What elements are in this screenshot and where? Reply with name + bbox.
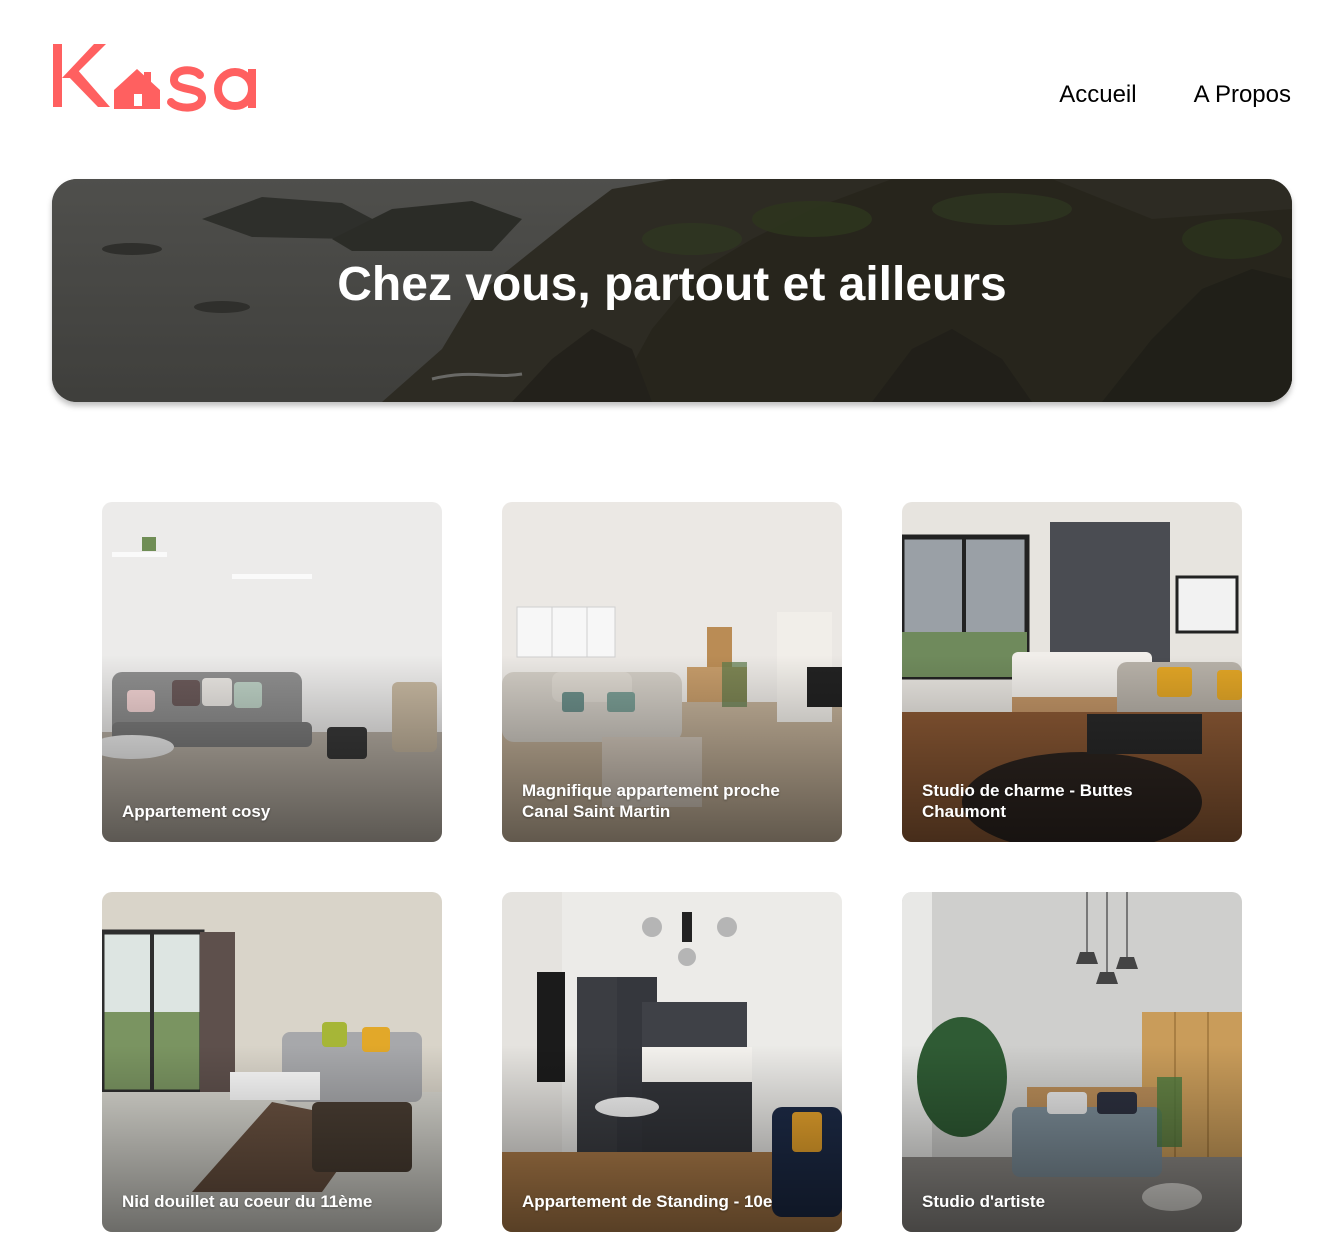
nav-link-accueil[interactable]: Accueil	[1059, 80, 1136, 110]
listing-card[interactable]: Studio d'artiste	[902, 892, 1242, 1232]
card-gradient	[902, 892, 1242, 1232]
listing-title: Nid douillet au coeur du 11ème	[122, 1192, 373, 1211]
listing-title: Studio d'artiste	[922, 1192, 1046, 1211]
nav-link-a-propos[interactable]: A Propos	[1194, 80, 1291, 110]
hero-banner: Chez vous, partout et ailleurs	[52, 179, 1292, 402]
card-gradient	[102, 892, 442, 1232]
listings-grid: Appartement cosy Magnifique appartement …	[102, 502, 1242, 1232]
card-gradient	[502, 892, 842, 1232]
listing-title: Magnifique appartement proche Canal Sain…	[522, 781, 780, 821]
main-nav: Accueil A Propos	[1059, 80, 1291, 110]
listing-card[interactable]: Appartement cosy	[102, 502, 442, 842]
listing-card[interactable]: Magnifique appartement proche Canal Sain…	[502, 502, 842, 842]
listing-card[interactable]: Studio de charme - Buttes Chaumont	[902, 502, 1242, 842]
listing-card[interactable]: Nid douillet au coeur du 11ème	[102, 892, 442, 1232]
kasa-logo[interactable]	[50, 38, 266, 114]
site-header: Accueil A Propos	[0, 0, 1341, 150]
listings-gallery: Appartement cosy Magnifique appartement …	[102, 502, 1242, 1232]
card-gradient	[102, 502, 442, 842]
banner-title: Chez vous, partout et ailleurs	[337, 258, 1007, 311]
listing-title: Appartement de Standing - 10e	[522, 1192, 773, 1211]
listing-card[interactable]: Appartement de Standing - 10e	[502, 892, 842, 1232]
listing-title: Studio de charme - Buttes Chaumont	[922, 781, 1133, 821]
listing-title: Appartement cosy	[122, 802, 271, 821]
